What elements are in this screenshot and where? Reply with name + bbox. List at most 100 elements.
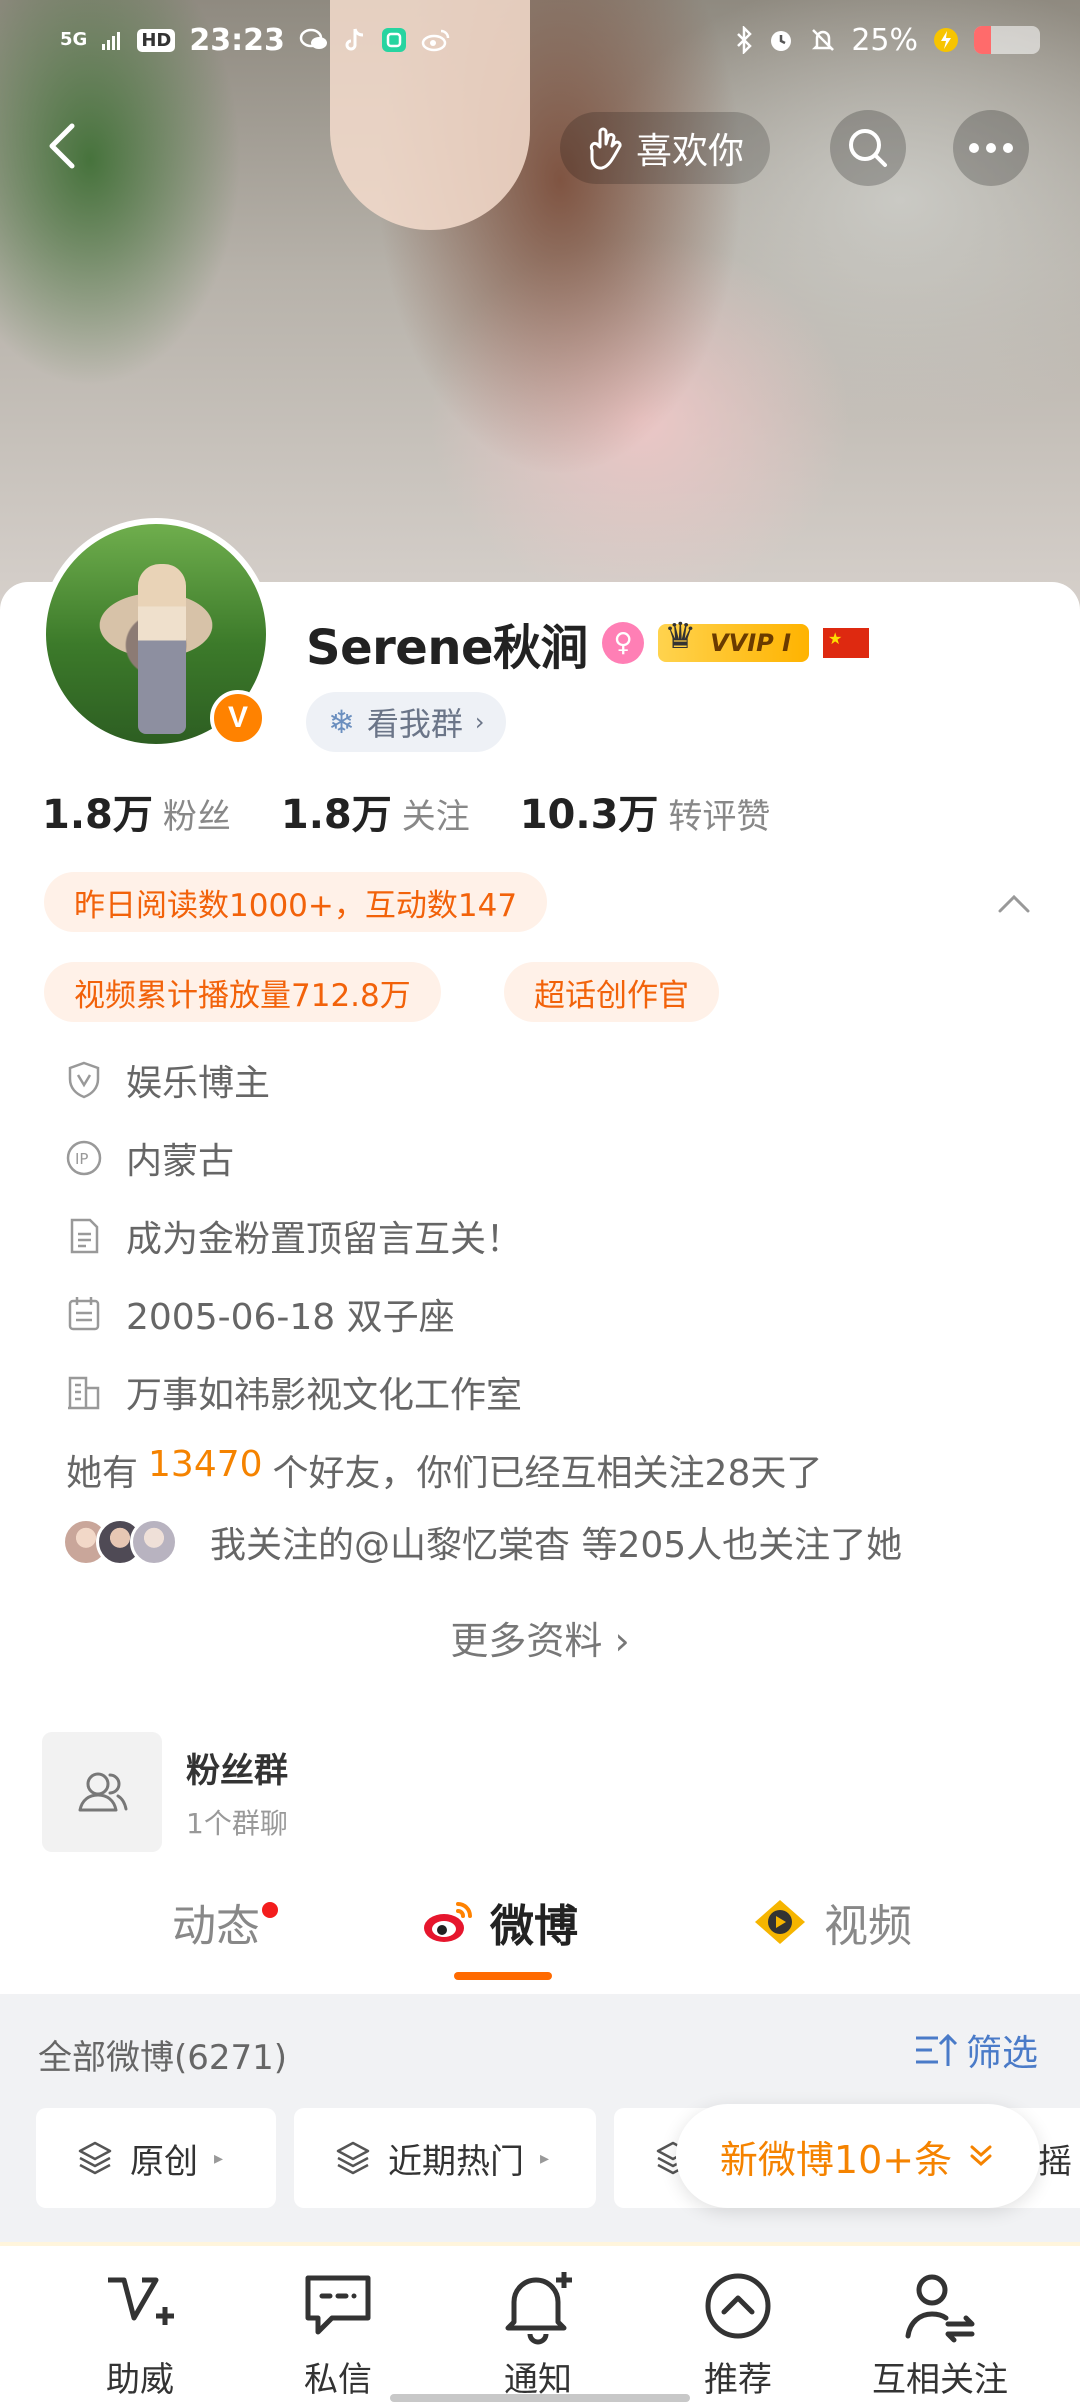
friends-suffix: 个好友，你们已经互相关注28天了: [272, 1453, 823, 1494]
user-swap-icon: [905, 2274, 975, 2343]
stat-following[interactable]: 1.8万 关注: [281, 782, 470, 840]
chip-partial-label: 摇: [1038, 2142, 1072, 2182]
avatar-figure: [138, 564, 186, 734]
charging-icon: [932, 26, 960, 54]
fan-group-icon-box: [42, 1732, 162, 1852]
bottom-action-bar: 助威 私信 通知 推荐 互相关注: [0, 2242, 1080, 2408]
video-icon: [755, 1900, 805, 1944]
fan-group-entry[interactable]: 粉丝群 1个群聊: [42, 1732, 288, 1852]
china-flag-icon: ★: [823, 628, 870, 658]
filter-button[interactable]: 筛选: [914, 2024, 1038, 2076]
chip-original[interactable]: 原创 ▸: [36, 2108, 276, 2208]
status-bar: 5G HD 23:23 25%: [0, 0, 1080, 80]
chat-bubble-icon: [305, 2275, 371, 2335]
feed-count-title: 全部微博(6271): [38, 2038, 288, 2078]
recommend-button[interactable]: 推荐: [658, 2266, 818, 2401]
like-button[interactable]: 喜欢你: [560, 112, 771, 184]
verified-badge: V: [210, 690, 266, 746]
vvip-badge[interactable]: ♛ VVIP I: [658, 616, 810, 662]
vvip-label: VVIP I: [710, 629, 792, 657]
chip-label: 原创: [130, 2141, 198, 2182]
hd-badge: HD: [137, 28, 176, 52]
group-people-icon: [78, 1772, 128, 1812]
fan-group-subtitle: 1个群聊: [186, 1806, 288, 1840]
info-text: 内蒙古: [126, 1141, 235, 1182]
notify-button[interactable]: 通知: [458, 2266, 618, 2401]
chevron-up-circle-icon: [705, 2273, 771, 2339]
weibo-logo-icon: [424, 1902, 472, 1942]
double-chevron-down-icon: [970, 2145, 992, 2167]
app-notification-icon: [381, 27, 407, 53]
tab-weibo[interactable]: 微博: [420, 1890, 578, 1954]
friends-count[interactable]: 13470: [148, 1444, 263, 1496]
mutual-text: 我关注的@山黎忆棠杳 等205人也关注了她: [210, 1525, 903, 1566]
status-time: 23:23: [189, 22, 285, 58]
group-chip-button[interactable]: ❄ 看我群 ›: [306, 692, 507, 752]
filter-icon: [916, 2033, 958, 2066]
cheer-button[interactable]: 助威: [60, 2266, 220, 2401]
layers-icon: [336, 2141, 370, 2175]
message-button[interactable]: 私信: [258, 2266, 418, 2401]
new-weibo-button[interactable]: 新微博10+条: [676, 2104, 1040, 2208]
like-label: 喜欢你: [636, 131, 745, 172]
unread-dot: [262, 1902, 278, 1918]
new-weibo-label: 新微博10+条: [719, 2137, 953, 2182]
back-arrow-icon: [49, 123, 75, 169]
bluetooth-icon: [735, 26, 753, 54]
svg-text:IP: IP: [75, 1150, 88, 1168]
bottom-nav-label: 互相关注: [872, 2360, 1008, 2400]
weibo-status-icon: [421, 28, 451, 52]
chat-app-icon: [299, 27, 329, 53]
bottom-nav-label: 私信: [304, 2360, 372, 2400]
shield-v-icon: [68, 1061, 100, 1099]
company-icon: [68, 1376, 100, 1410]
chip-recent-hot[interactable]: 近期热门 ▸: [294, 2108, 596, 2208]
calendar-icon: [68, 1297, 100, 1331]
stat-label: 关注: [401, 797, 470, 837]
layers-icon: [78, 2141, 112, 2175]
reading-stats-tag[interactable]: 昨日阅读数1000+，互动数147: [44, 872, 548, 932]
info-company[interactable]: 万事如祎影视文化工作室: [64, 1366, 522, 1418]
tab-dongtai[interactable]: 动态: [172, 1890, 260, 1954]
name-row: Serene秋涧 ♀ ♛ VVIP I ★: [306, 608, 870, 678]
stat-value: 1.8万: [42, 792, 153, 838]
more-options-button[interactable]: [953, 110, 1029, 186]
mutual-followers[interactable]: 我关注的@山黎忆棠杳 等205人也关注了她: [62, 1516, 902, 1568]
tab-label: 动态: [172, 1901, 260, 1952]
caret-right-icon: ▸: [540, 2147, 550, 2169]
hand-heart-icon: [589, 127, 622, 170]
group-chip-label: 看我群: [366, 705, 463, 743]
stat-value: 1.8万: [280, 792, 392, 838]
chevron-right-icon: ›: [614, 1619, 630, 1663]
back-button[interactable]: [34, 116, 94, 176]
info-bio: 成为金粉置顶留言互关！: [64, 1210, 522, 1262]
more-info-label: 更多资料: [450, 1619, 603, 1663]
home-indicator[interactable]: [390, 2394, 690, 2402]
stats-row: 1.8万 粉丝 1.8万 关注 10.3万 转评赞: [42, 782, 770, 840]
signal-icon: [101, 29, 123, 51]
video-plays-tag[interactable]: 视频累计播放量712.8万: [44, 962, 441, 1022]
battery-level-fill: [974, 26, 991, 54]
friends-summary: 她有 13470 个好友，你们已经互相关注28天了: [66, 1444, 822, 1496]
battery-percent: 25%: [851, 22, 918, 58]
tiktok-icon: [343, 27, 367, 53]
stat-label: 转评赞: [668, 797, 771, 837]
friends-prefix: 她有: [66, 1453, 139, 1494]
chevron-up-icon[interactable]: [994, 884, 1034, 924]
tab-label: 视频: [824, 1901, 912, 1952]
super-topic-tag[interactable]: 超话创作官: [504, 962, 719, 1022]
tab-video[interactable]: 视频: [750, 1890, 912, 1954]
caret-right-icon: ▸: [214, 2147, 224, 2169]
info-birthday: 2005-06-18 双子座: [64, 1288, 455, 1340]
more-dots-icon: [969, 143, 1013, 153]
mini-avatar: [130, 1518, 178, 1566]
fan-group-title: 粉丝群: [186, 1750, 288, 1791]
mutual-follow-button[interactable]: 互相关注: [860, 2266, 1020, 2401]
stat-value: 10.3万: [519, 792, 659, 838]
info-ip-location: IP 内蒙古: [64, 1132, 234, 1184]
stat-fans[interactable]: 1.8万 粉丝: [42, 782, 231, 840]
female-gender-icon: ♀: [602, 622, 645, 664]
search-button[interactable]: [830, 110, 906, 186]
stat-interactions[interactable]: 10.3万 转评赞: [520, 782, 771, 840]
more-info-link[interactable]: 更多资料 ›: [0, 1610, 1080, 1665]
